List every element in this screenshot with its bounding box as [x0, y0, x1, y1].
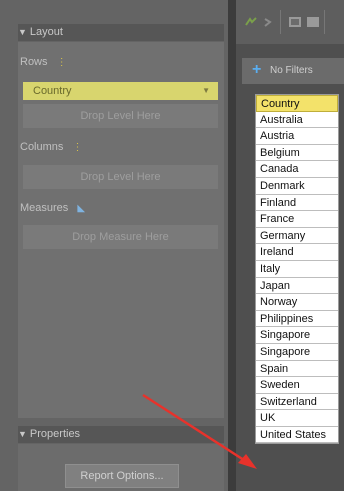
report-options-button[interactable]: Report Options...	[65, 464, 179, 488]
list-item[interactable]: France	[256, 211, 338, 228]
undo-icon[interactable]	[244, 16, 258, 28]
list-item[interactable]: Italy	[256, 261, 338, 278]
measures-label: Measures	[20, 202, 69, 214]
country-list: Country Australia Austria Belgium Canada…	[255, 94, 339, 445]
columns-label: Columns	[20, 141, 64, 153]
chevron-down-icon[interactable]: ▼	[202, 82, 210, 100]
filters-label: No Filters	[270, 65, 313, 76]
redo-icon[interactable]	[262, 16, 276, 28]
list-item[interactable]: Finland	[256, 195, 338, 212]
list-item[interactable]: Spain	[256, 361, 338, 378]
list-item[interactable]: Philippines	[256, 311, 338, 328]
list-item[interactable]: United States	[256, 427, 338, 444]
list-item[interactable]: Singapore	[256, 344, 338, 361]
list-item[interactable]: Canada	[256, 161, 338, 178]
toolbar-divider	[324, 10, 325, 34]
list-item[interactable]: Singapore	[256, 327, 338, 344]
list-item[interactable]: Denmark	[256, 178, 338, 195]
measures-drop-zone[interactable]: Drop Measure Here	[23, 225, 218, 249]
grid-icon[interactable]	[288, 16, 302, 28]
report-area: + No Filters Country Australia Austria B…	[236, 0, 344, 491]
columns-section: Columns ⋮	[20, 141, 82, 153]
list-item[interactable]: Germany	[256, 228, 338, 245]
list-item[interactable]: Austria	[256, 128, 338, 145]
rows-label: Rows	[20, 56, 48, 68]
list-header[interactable]: Country	[256, 95, 338, 112]
list-item[interactable]: Sweden	[256, 377, 338, 394]
list-item[interactable]: Japan	[256, 278, 338, 295]
properties-title: Properties	[29, 428, 81, 440]
hierarchy-icon: ⋮	[72, 142, 83, 153]
measures-section: Measures ◣	[20, 202, 85, 214]
list-item[interactable]: Switzerland	[256, 394, 338, 411]
rows-drop-zone[interactable]: Drop Level Here	[23, 104, 218, 128]
layout-panel: ▼ Layout Rows ⋮ Country ▼ Drop Level Here…	[0, 0, 228, 491]
chart-icon[interactable]	[306, 16, 320, 28]
list-item[interactable]: Norway	[256, 294, 338, 311]
row-field-label: Country	[33, 85, 72, 97]
list-item[interactable]: Ireland	[256, 244, 338, 261]
collapse-triangle-icon[interactable]: ▼	[18, 24, 27, 41]
panel-splitter[interactable]	[228, 0, 236, 491]
rows-section: Rows ⋮	[20, 56, 67, 68]
ruler-icon: ◣	[77, 203, 86, 214]
list-item[interactable]: Australia	[256, 112, 338, 129]
list-item[interactable]: UK	[256, 410, 338, 427]
layout-body: Rows ⋮ Country ▼ Drop Level Here Columns…	[18, 42, 224, 418]
properties-body: Report Options...	[18, 444, 224, 491]
filters-bar[interactable]: + No Filters	[242, 58, 344, 84]
layout-title: Layout	[29, 26, 63, 38]
row-field-chip[interactable]: Country ▼	[23, 82, 218, 100]
add-filter-icon[interactable]: +	[252, 57, 261, 83]
toolbar-divider	[280, 10, 281, 34]
properties-header[interactable]: ▼ Properties	[18, 426, 224, 443]
toolbar	[236, 0, 344, 44]
columns-drop-zone[interactable]: Drop Level Here	[23, 165, 218, 189]
list-item[interactable]: Belgium	[256, 145, 338, 162]
collapse-triangle-icon[interactable]: ▼	[18, 426, 27, 443]
layout-header[interactable]: ▼ Layout	[18, 24, 224, 41]
hierarchy-icon: ⋮	[56, 57, 67, 68]
